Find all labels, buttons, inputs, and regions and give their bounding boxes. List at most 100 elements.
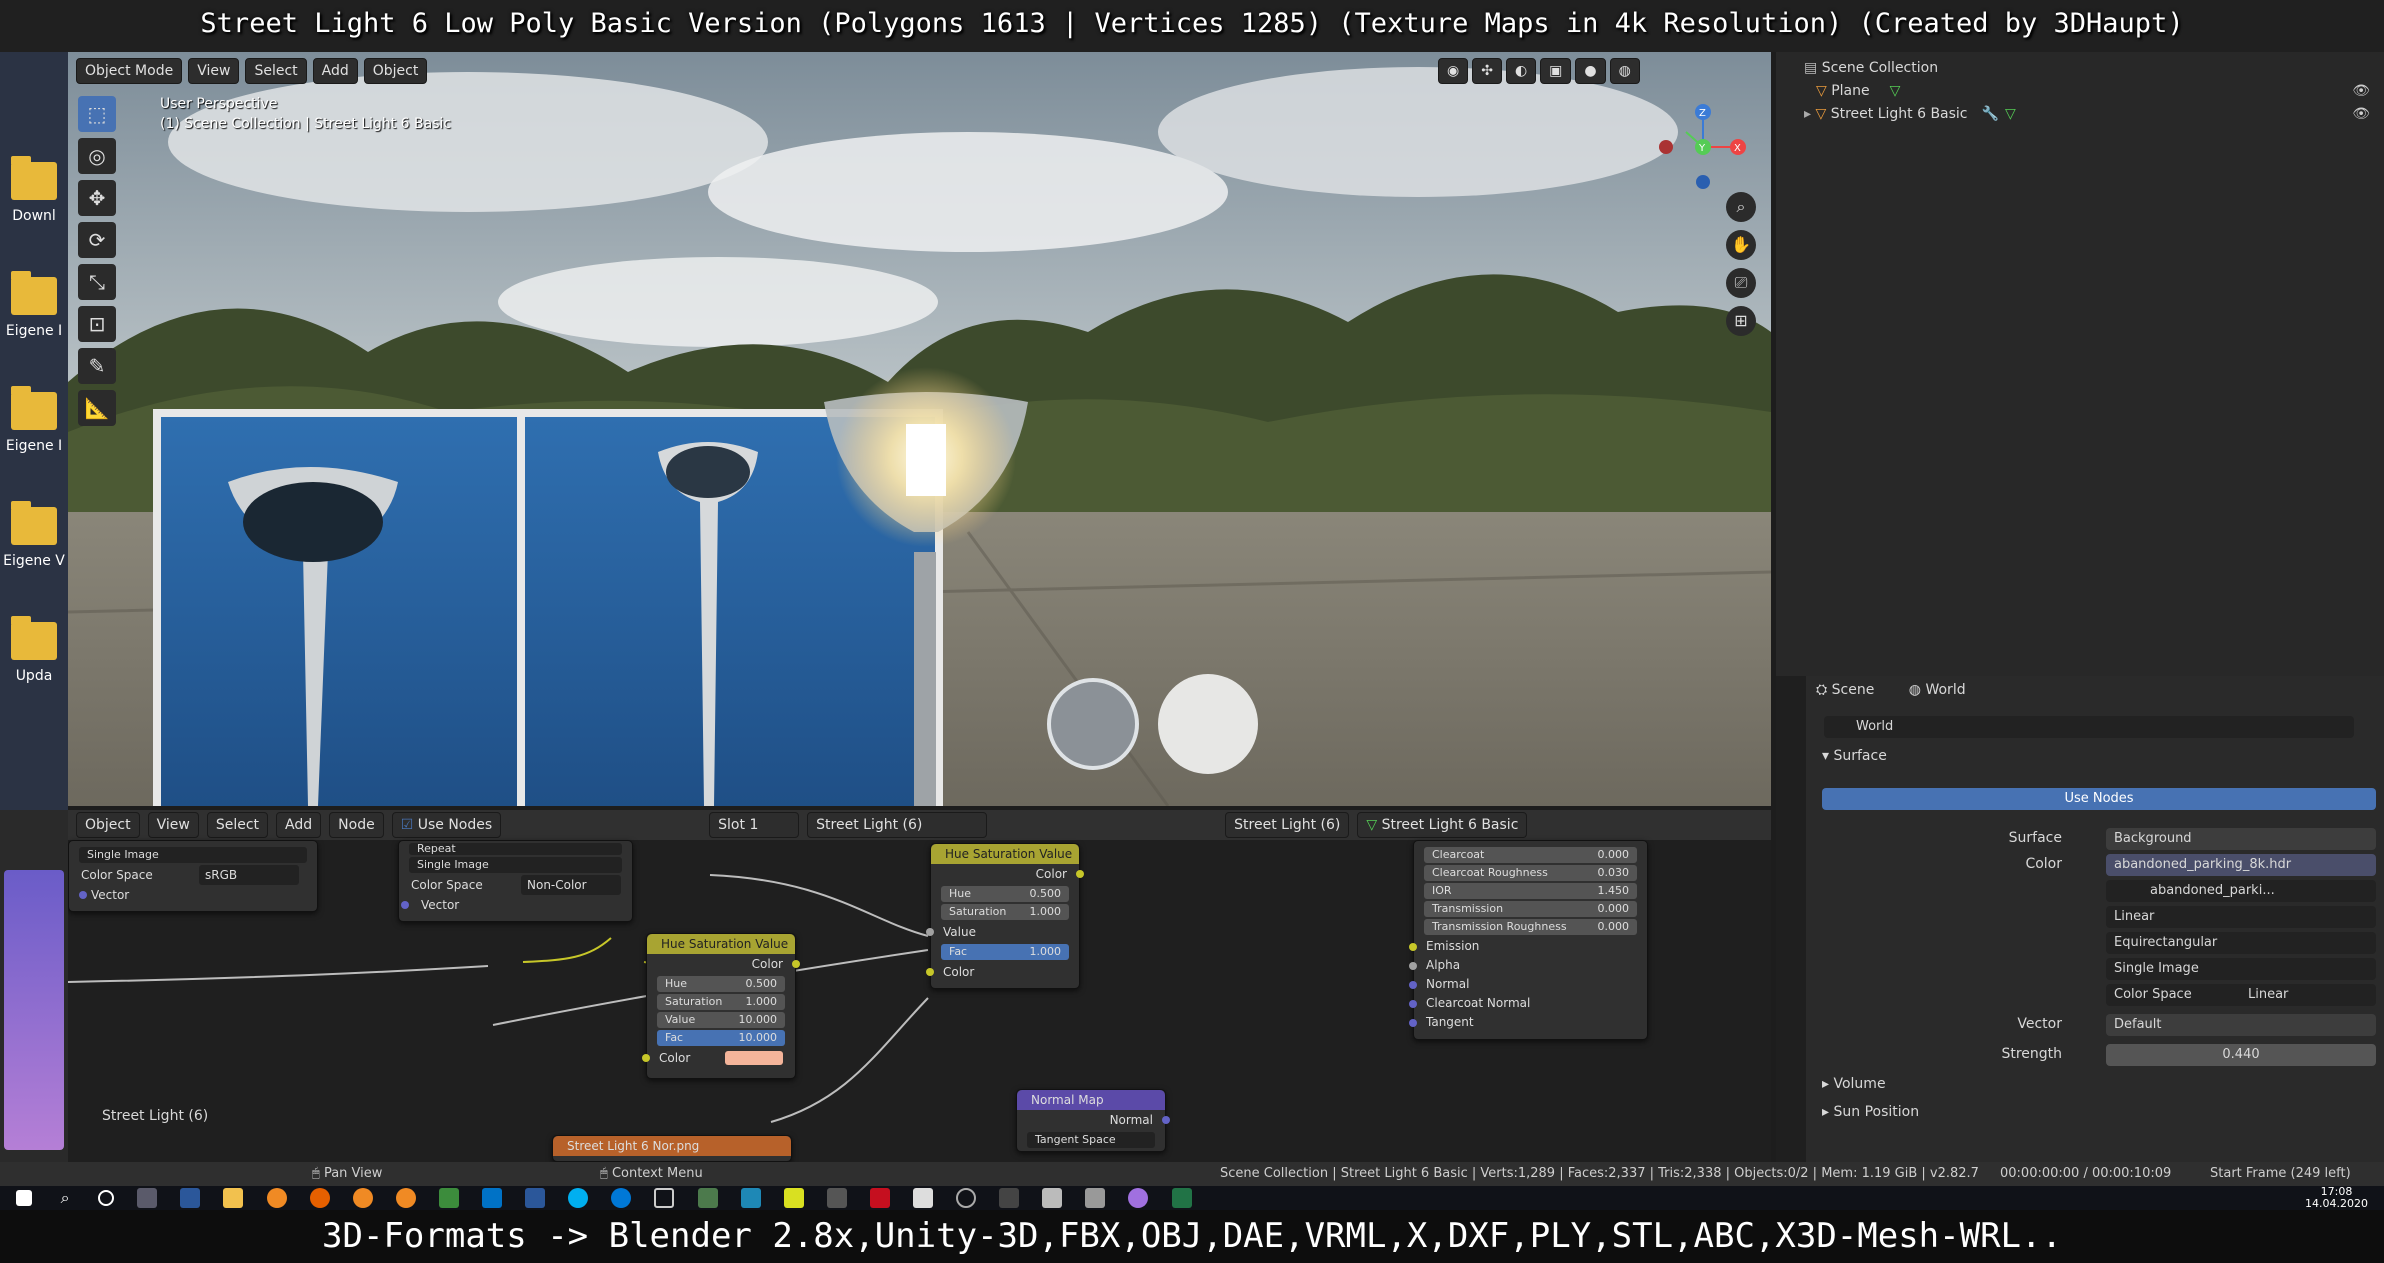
color-texture-field[interactable]: abandoned_parking_8k.hdr [2106, 854, 2376, 876]
shader-node-editor[interactable]: Object View Select Add Node ☑ Use Nodes … [68, 810, 1771, 1162]
normal-image-texture-node[interactable]: Street Light 6 Nor.png [552, 1135, 792, 1162]
mode-dropdown[interactable]: Object Mode [76, 58, 183, 84]
desktop-item-folder[interactable]: Eigene I [0, 386, 68, 454]
outliner-root[interactable]: ▤ Scene Collection [1804, 60, 1938, 76]
outlook-icon[interactable] [482, 1188, 503, 1208]
move-tool[interactable]: ✥ [78, 180, 116, 216]
notepad-icon[interactable] [438, 1188, 459, 1208]
menu-select[interactable]: Select [245, 58, 307, 84]
color-output-socket[interactable] [1076, 870, 1084, 878]
world-name-field[interactable]: World [1824, 716, 2354, 738]
calculator-icon[interactable] [1085, 1188, 1106, 1208]
normal-map-node[interactable]: Normal Map Normal Tangent Space [1016, 1089, 1170, 1152]
value-input-socket[interactable] [926, 928, 934, 936]
file-explorer-icon[interactable] [223, 1188, 244, 1208]
color-input-socket[interactable] [926, 968, 934, 976]
app-icon[interactable] [740, 1188, 761, 1208]
desktop-item-folder[interactable]: Eigene V [0, 501, 68, 569]
app-icon[interactable] [826, 1188, 847, 1208]
desktop-item-downloads[interactable]: Downl [0, 156, 68, 224]
acrobat-icon[interactable] [869, 1188, 890, 1208]
color-output-socket[interactable] [792, 960, 800, 968]
overlay-icon[interactable]: ◐ [1505, 58, 1537, 84]
vector-socket[interactable] [79, 891, 87, 899]
source-dropdown[interactable]: Single Image [2106, 958, 2376, 980]
eye-icon[interactable]: 👁 [2352, 83, 2370, 99]
shading-rendered-icon[interactable]: ◍ [1609, 58, 1640, 84]
xray-icon[interactable]: ▣ [1540, 58, 1572, 84]
visibility-icon[interactable]: ◉ [1438, 58, 1469, 84]
projection-dropdown[interactable]: Equirectangular [2106, 932, 2376, 954]
vector-socket[interactable] [401, 901, 409, 909]
grid-icon[interactable]: ⊞ [1726, 306, 1756, 336]
surface-shader-field[interactable]: Background [2106, 828, 2376, 850]
menu-add[interactable]: Add [312, 58, 358, 84]
save-app-icon[interactable] [180, 1188, 201, 1208]
menu-view[interactable]: View [188, 58, 240, 84]
transform-tool[interactable]: ⊡ [78, 306, 116, 342]
strength-slider[interactable]: 0.440 [2106, 1044, 2376, 1066]
excel-icon[interactable] [1171, 1188, 1192, 1208]
gizmo-icon[interactable]: ✣ [1472, 58, 1502, 84]
outliner-item-plane[interactable]: ▽ Plane ▽ [1816, 83, 1900, 99]
sun-position-section-header[interactable]: ▸ Sun Position [1822, 1104, 1919, 1120]
taskbar-clock[interactable]: 17:08 14.04.2020 [2305, 1186, 2368, 1210]
normal-socket[interactable] [1409, 981, 1417, 989]
scale-tool[interactable]: ⤡ [78, 264, 116, 300]
desktop-item-updates[interactable]: Upda [0, 616, 68, 684]
blender-app-icon[interactable] [395, 1188, 416, 1208]
shading-solid-icon[interactable]: ● [1575, 58, 1606, 84]
select-box-tool[interactable]: ⬚ [78, 96, 116, 132]
principled-bsdf-node[interactable]: Clearcoat 0.000 Clearcoat Roughness 0.030 … [1409, 840, 1648, 1040]
image-datablock-field[interactable]: abandoned_parki... [2106, 880, 2376, 902]
color-input-socket[interactable] [642, 1054, 650, 1062]
blender-app-icon[interactable] [352, 1188, 373, 1208]
annotate-tool[interactable]: ✎ [78, 348, 116, 384]
surface-section-header[interactable]: ▾ Surface [1822, 748, 1887, 764]
color-space-dropdown[interactable]: Linear [2248, 984, 2368, 1006]
outliner-item-street-light[interactable]: ▸ ▽ Street Light 6 Basic 🔧 ▽ [1804, 106, 2016, 122]
windows-start-icon[interactable] [16, 1190, 32, 1206]
image-texture-node-b[interactable]: Repeat Single Image Color Space Non-Color… [398, 840, 633, 922]
clearcoat-normal-socket[interactable] [1409, 1000, 1417, 1008]
app-icon[interactable] [697, 1188, 718, 1208]
hue-saturation-node-1[interactable]: Hue Saturation Value Color Hue 0.500 Satu… [642, 933, 800, 1079]
interpolation-dropdown[interactable]: Linear [2106, 906, 2376, 928]
app-icon[interactable] [783, 1188, 804, 1208]
tangent-socket[interactable] [1409, 1019, 1417, 1027]
desktop-item-folder[interactable]: Eigene I [0, 271, 68, 339]
vector-field[interactable]: Default [2106, 1014, 2376, 1036]
3d-viewer-icon[interactable] [654, 1188, 675, 1208]
eye-icon[interactable]: 👁 [2352, 106, 2370, 122]
cursor-tool[interactable]: ◎ [78, 138, 116, 174]
camera-icon[interactable]: ⎚ [1726, 268, 1756, 298]
app-icon[interactable] [999, 1188, 1020, 1208]
color-swatch[interactable] [725, 1051, 783, 1065]
image-texture-node-a[interactable]: Single Image Color Space sRGB Vector [68, 840, 318, 912]
navigation-gizmo[interactable]: Z Y X [1648, 92, 1758, 202]
zoom-icon[interactable]: ⌕ [1726, 192, 1756, 222]
pan-hand-icon[interactable]: ✋ [1726, 230, 1756, 260]
app-icon[interactable] [1128, 1188, 1149, 1208]
measure-tool[interactable]: 📐 [78, 390, 116, 426]
hue-saturation-node-2[interactable]: Hue Saturation Value Color Hue 0.500 Satu… [926, 843, 1084, 989]
expand-arrow-icon[interactable]: ▸ [1804, 106, 1815, 122]
emission-socket[interactable] [1409, 943, 1417, 951]
app-icon[interactable] [1042, 1188, 1063, 1208]
search-icon[interactable]: ⌕ [55, 1188, 75, 1208]
firefox-icon[interactable] [309, 1188, 330, 1208]
app-icon[interactable] [912, 1188, 933, 1208]
cortana-icon[interactable] [98, 1190, 115, 1206]
rotate-tool[interactable]: ⟳ [78, 222, 116, 258]
menu-object[interactable]: Object [363, 58, 428, 84]
word-icon[interactable] [525, 1188, 546, 1208]
volume-section-header[interactable]: ▸ Volume [1822, 1076, 1886, 1092]
task-view-icon[interactable] [137, 1188, 158, 1208]
alpha-socket[interactable] [1409, 962, 1417, 970]
blender-app-icon[interactable] [266, 1188, 287, 1208]
skype-icon[interactable] [568, 1188, 589, 1208]
normal-output-socket[interactable] [1162, 1116, 1170, 1124]
use-nodes-button[interactable]: Use Nodes [1822, 788, 2376, 810]
app-icon[interactable] [956, 1188, 977, 1208]
3d-viewport[interactable]: Object Mode View Select Add Object User … [68, 52, 1771, 806]
